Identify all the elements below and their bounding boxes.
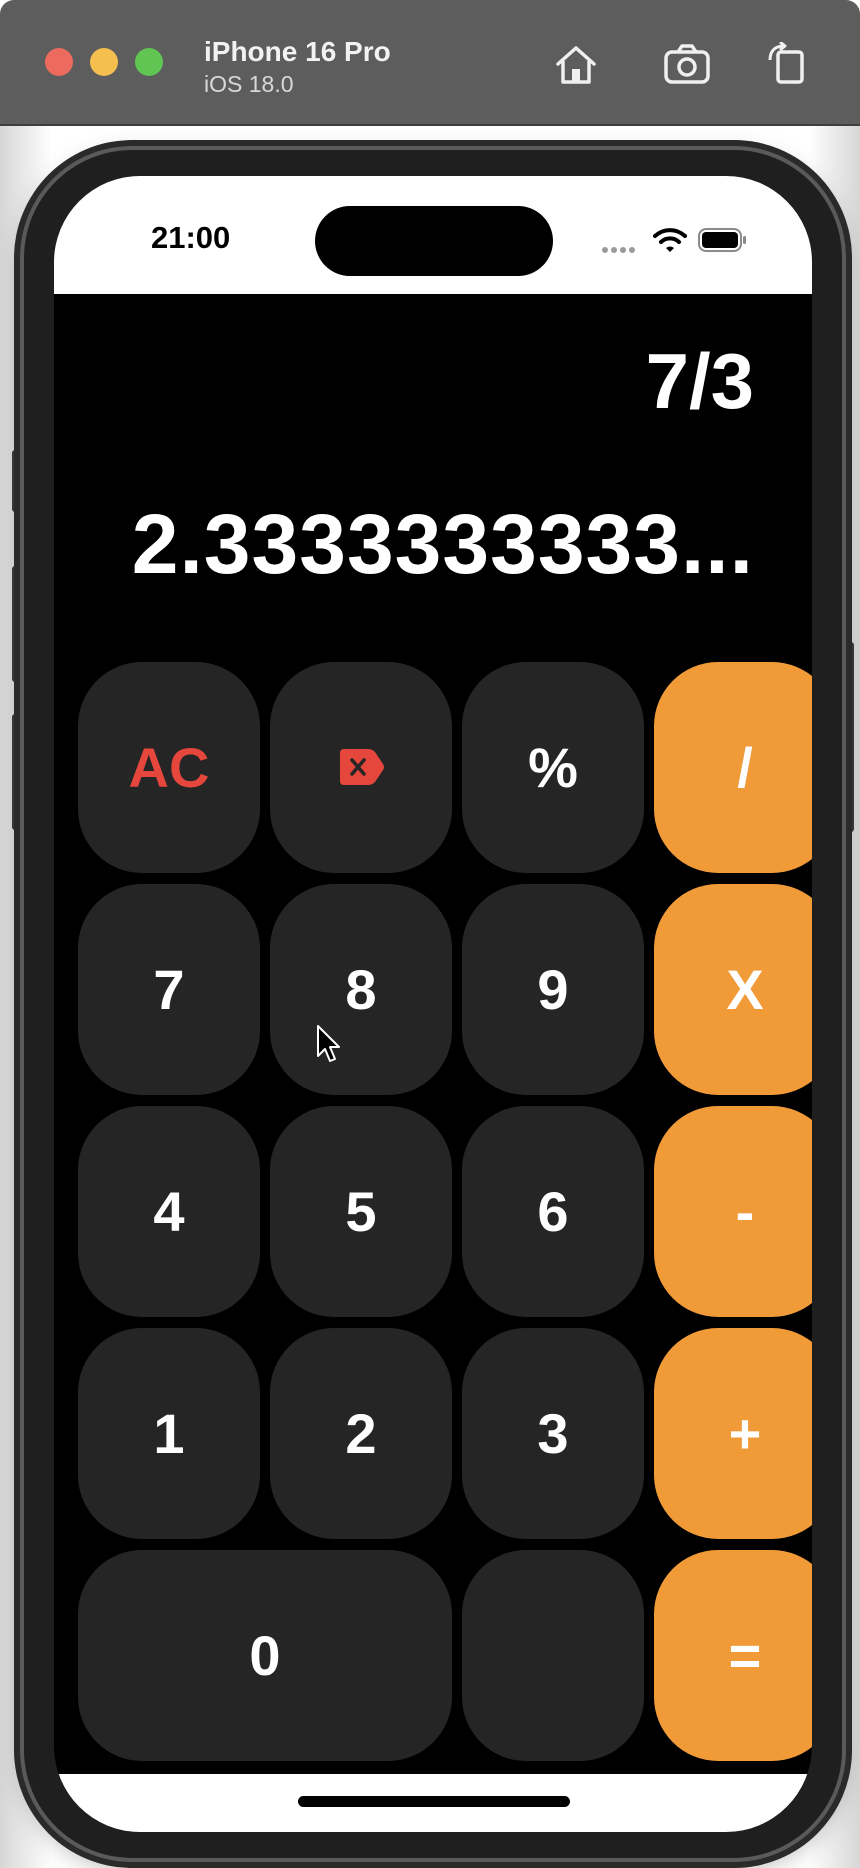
digit-5-button[interactable]: 5 <box>270 1106 452 1317</box>
key-label: % <box>528 736 578 799</box>
expression-display: 7/3 <box>645 337 754 425</box>
volume-up-button <box>12 566 24 682</box>
status-bar: 21:00 <box>54 176 812 294</box>
simulator-toolbar: iPhone 16 Pro iOS 18.0 <box>0 0 860 126</box>
device-frame: 21:00 7/3 2.3333333333... AC % / 7 8 9 X… <box>24 150 842 1858</box>
key-label: 7 <box>153 958 185 1021</box>
key-label: / <box>737 736 753 799</box>
home-indicator[interactable] <box>298 1796 570 1807</box>
backspace-icon <box>336 735 386 800</box>
key-label: 6 <box>537 1180 569 1243</box>
key-label: 8 <box>345 958 377 1021</box>
wifi-icon <box>653 226 687 254</box>
digit-8-button[interactable]: 8 <box>270 884 452 1095</box>
battery-icon <box>698 228 748 253</box>
cellular-icon <box>602 247 642 255</box>
backspace-button[interactable] <box>270 662 452 873</box>
key-label: 3 <box>537 1402 569 1465</box>
key-label: 0 <box>249 1624 281 1687</box>
key-label: AC <box>128 736 210 799</box>
device-screen: 21:00 7/3 2.3333333333... AC % / 7 8 9 X… <box>54 176 812 1832</box>
digit-9-button[interactable]: 9 <box>462 884 644 1095</box>
subtract-button[interactable]: - <box>654 1106 812 1317</box>
keypad: AC % / 7 8 9 X 4 5 6 - 1 2 3 + 0 = <box>54 662 812 1792</box>
volume-down-button <box>12 714 24 830</box>
decimal-button[interactable] <box>462 1550 644 1761</box>
screenshot-icon[interactable] <box>662 42 710 86</box>
mouse-cursor-icon <box>316 1024 342 1064</box>
rotate-icon[interactable] <box>764 40 812 86</box>
digit-3-button[interactable]: 3 <box>462 1328 644 1539</box>
digit-4-button[interactable]: 4 <box>78 1106 260 1317</box>
home-icon[interactable] <box>552 42 600 86</box>
os-version: iOS 18.0 <box>204 71 294 97</box>
key-label: 5 <box>345 1180 377 1243</box>
status-time: 21:00 <box>151 220 231 255</box>
digit-6-button[interactable]: 6 <box>462 1106 644 1317</box>
key-label: 4 <box>153 1180 185 1243</box>
all-clear-button[interactable]: AC <box>78 662 260 873</box>
multiply-button[interactable]: X <box>654 884 812 1095</box>
result-display: 2.3333333333... <box>131 497 754 591</box>
digit-7-button[interactable]: 7 <box>78 884 260 1095</box>
action-button <box>12 450 24 512</box>
key-label: 9 <box>537 958 569 1021</box>
key-label: X <box>726 958 764 1021</box>
zoom-window-button[interactable] <box>135 48 163 76</box>
key-label: 1 <box>153 1402 185 1465</box>
dynamic-island <box>315 206 553 276</box>
digit-2-button[interactable]: 2 <box>270 1328 452 1539</box>
divide-button[interactable]: / <box>654 662 812 873</box>
device-name: iPhone 16 Pro <box>204 36 391 67</box>
equals-button[interactable]: = <box>654 1550 812 1761</box>
digit-0-button[interactable]: 0 <box>78 1550 452 1761</box>
digit-1-button[interactable]: 1 <box>78 1328 260 1539</box>
key-label: = <box>728 1624 762 1687</box>
power-button <box>842 642 854 832</box>
minimize-window-button[interactable] <box>90 48 118 76</box>
close-window-button[interactable] <box>45 48 73 76</box>
add-button[interactable]: + <box>654 1328 812 1539</box>
key-label: 2 <box>345 1402 377 1465</box>
key-label: - <box>735 1180 755 1243</box>
key-label: + <box>728 1402 762 1465</box>
percent-button[interactable]: % <box>462 662 644 873</box>
